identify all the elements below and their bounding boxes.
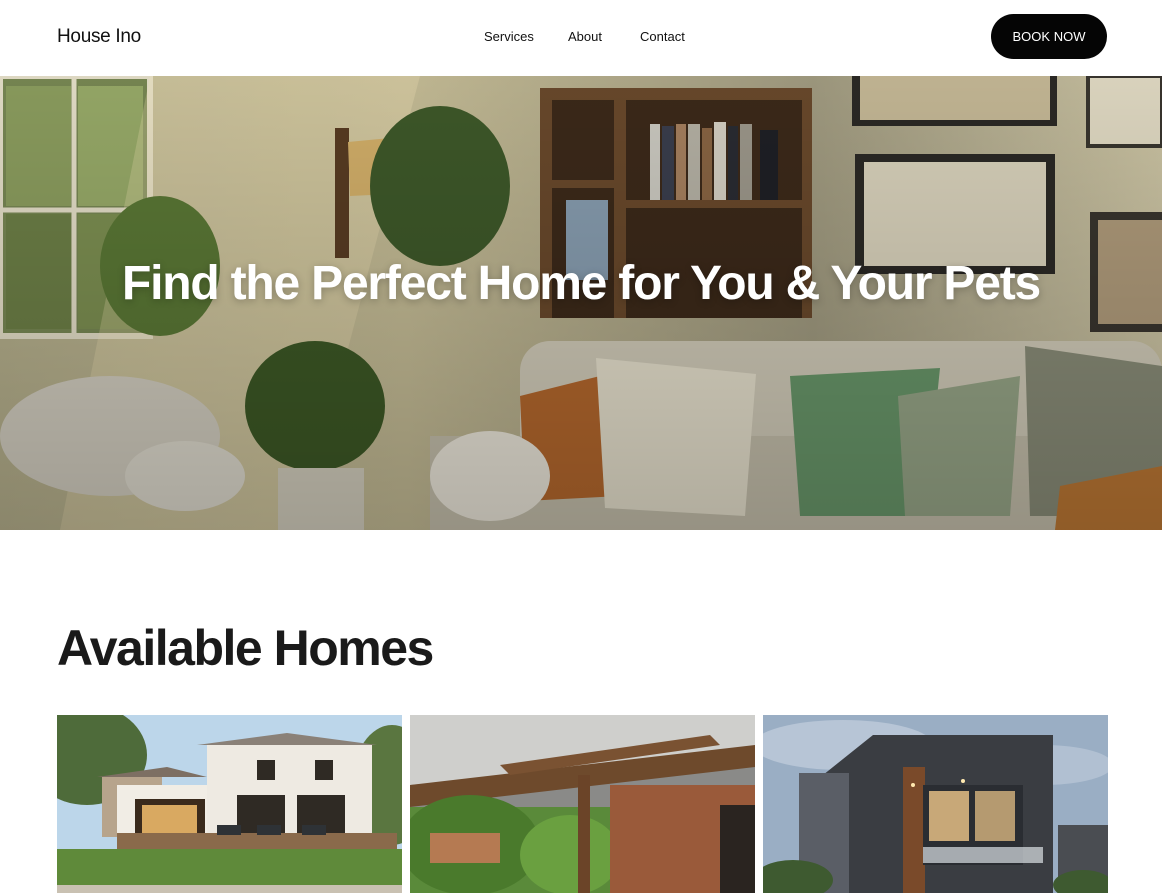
site-logo[interactable]: House Ino: [57, 26, 141, 48]
home-image: [410, 715, 755, 893]
nav-services[interactable]: Services: [484, 29, 534, 44]
home-image: [763, 715, 1108, 893]
nav-about[interactable]: About: [568, 29, 602, 44]
home-card[interactable]: [57, 715, 402, 893]
home-image: [57, 715, 402, 893]
hero-section: Find the Perfect Home for You & Your Pet…: [0, 76, 1162, 530]
hero-title: Find the Perfect Home for You & Your Pet…: [121, 257, 1041, 310]
section-title: Available Homes: [57, 620, 434, 676]
nav-contact[interactable]: Contact: [640, 29, 685, 44]
homes-grid: [57, 715, 1108, 893]
home-card[interactable]: [763, 715, 1108, 893]
book-now-button[interactable]: BOOK NOW: [991, 14, 1107, 59]
home-card[interactable]: [410, 715, 755, 893]
site-header: House Ino Services About Contact BOOK NO…: [0, 0, 1162, 76]
